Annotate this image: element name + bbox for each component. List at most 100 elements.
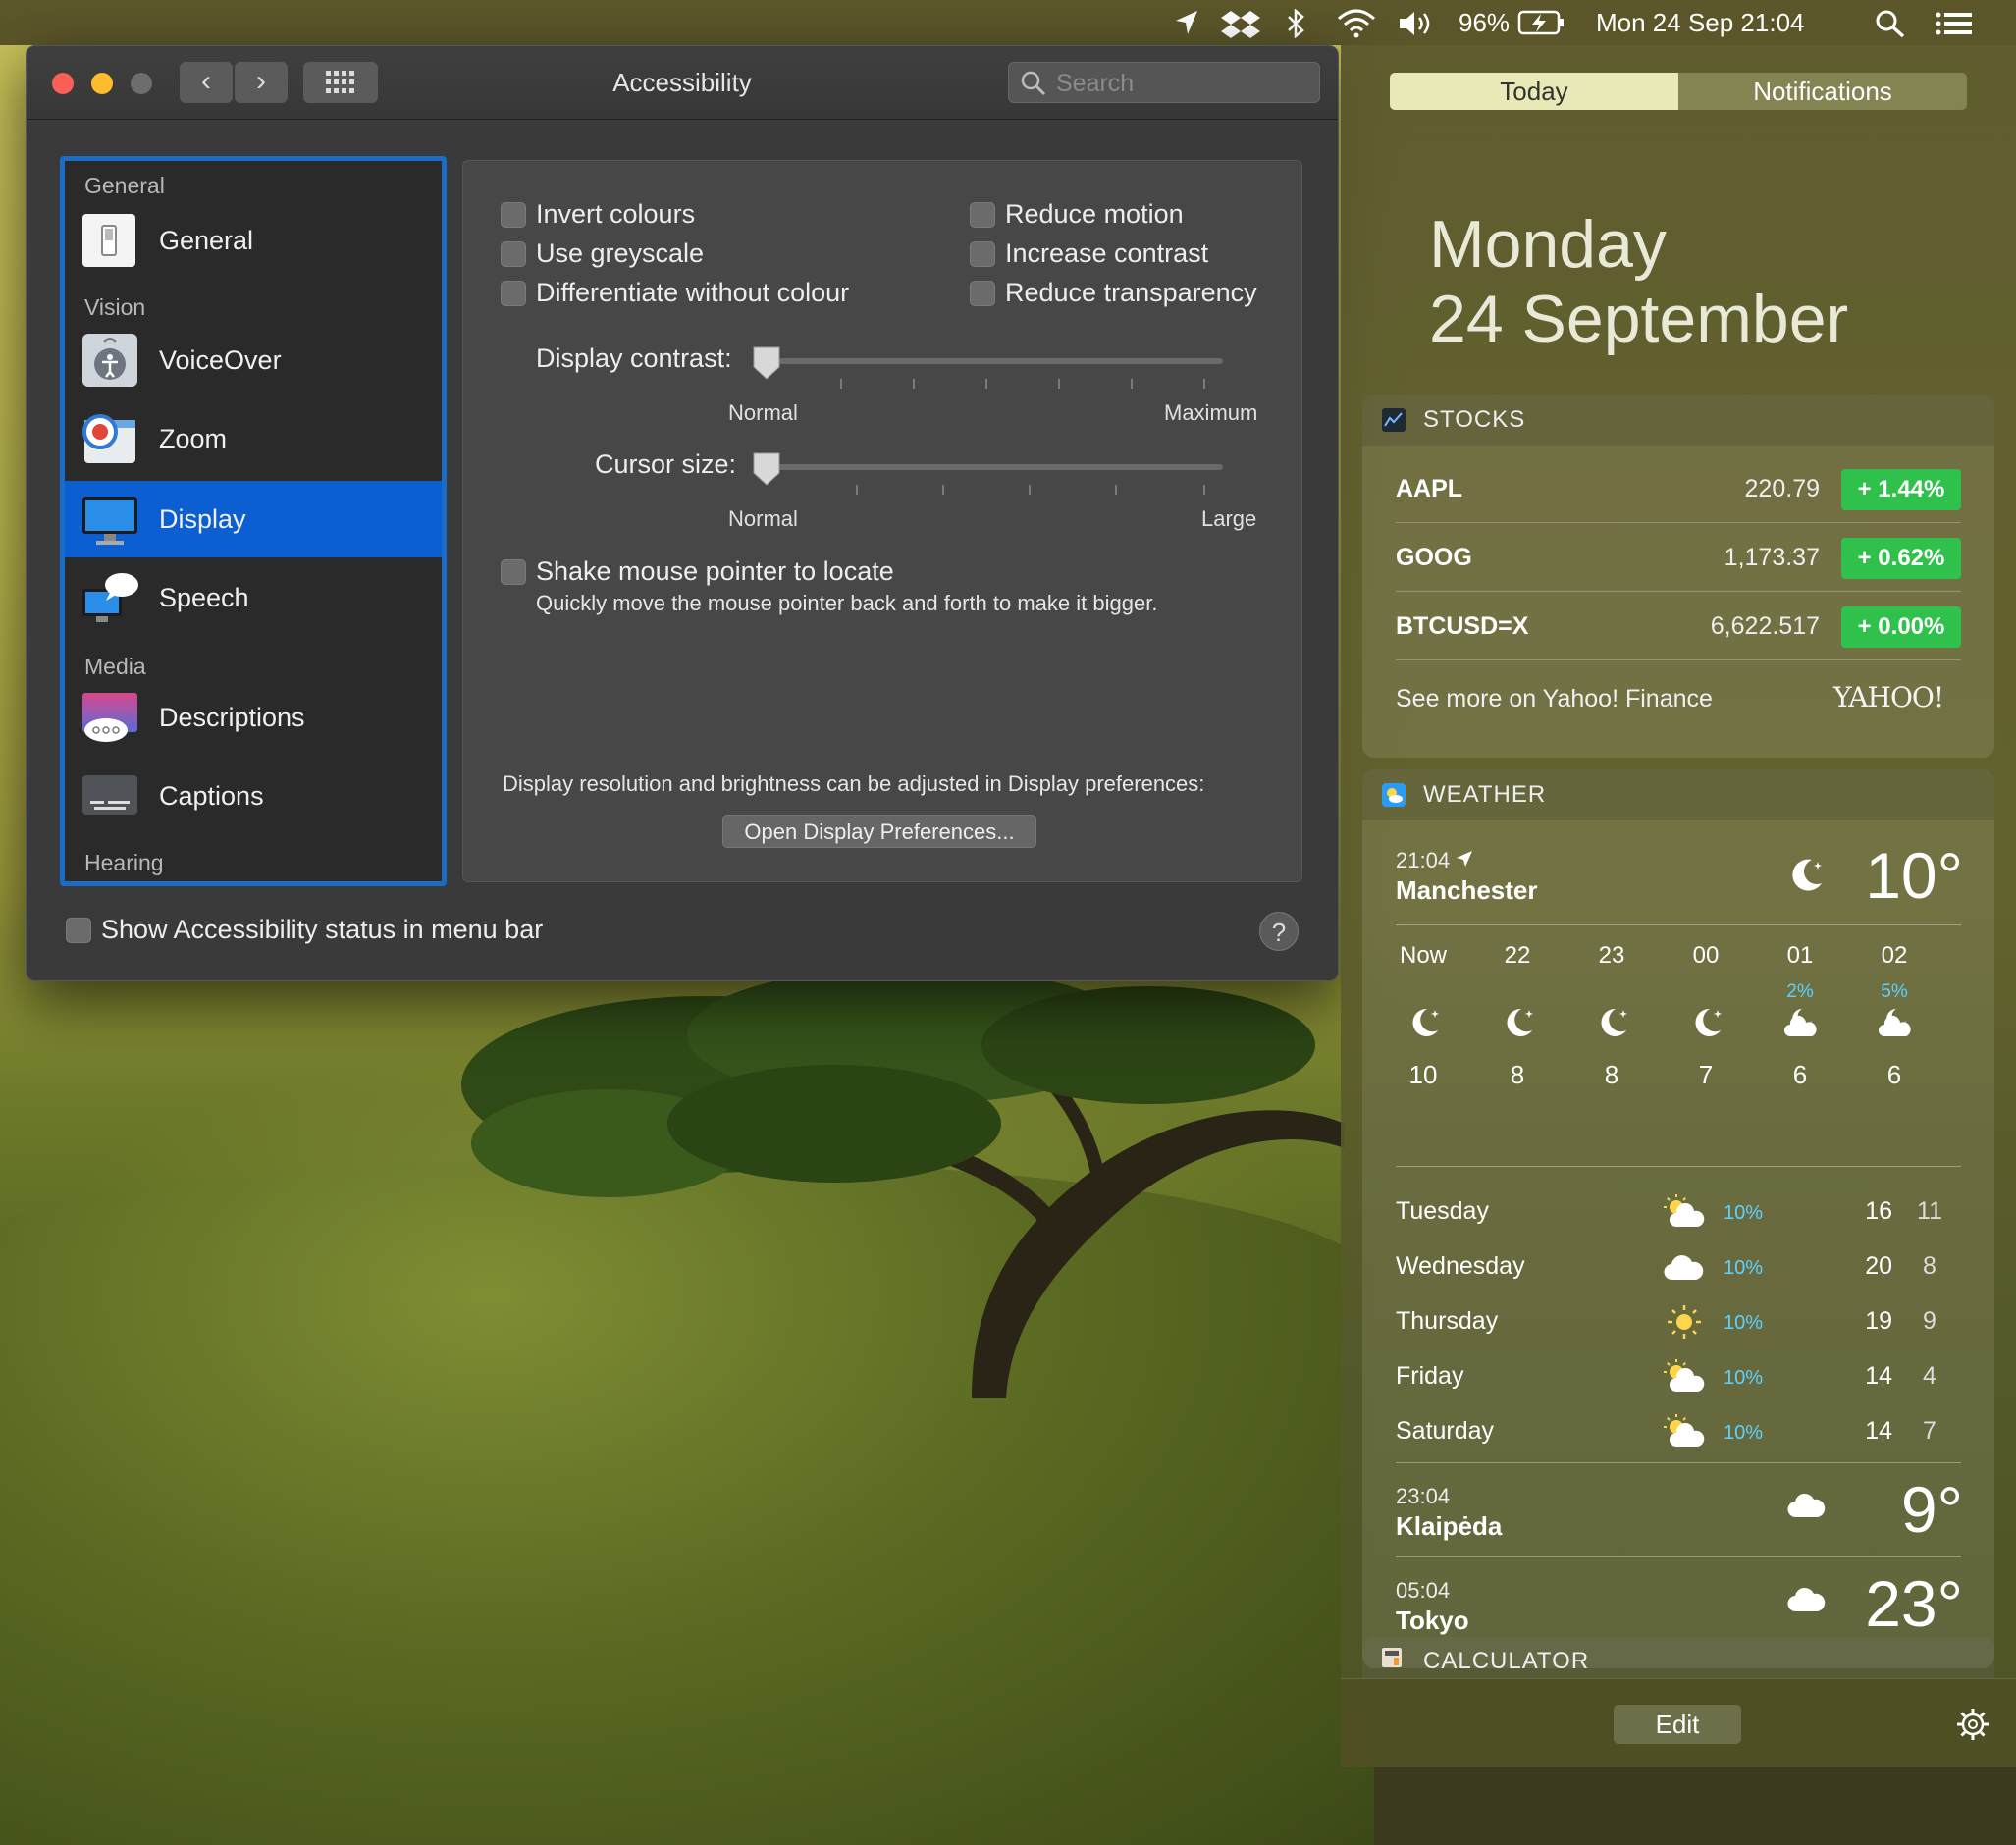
city-temperature: 9° bbox=[1900, 1473, 1963, 1546]
moon-icon bbox=[1406, 1005, 1443, 1042]
notification-center-icon[interactable] bbox=[1936, 9, 1973, 38]
close-button[interactable] bbox=[52, 73, 74, 94]
day-name: Thursday bbox=[1396, 1307, 1499, 1335]
slider-tick bbox=[840, 379, 842, 389]
zoom-button[interactable] bbox=[131, 73, 152, 94]
back-button[interactable]: ‹ bbox=[180, 62, 233, 103]
sidebar-item-general[interactable]: General bbox=[65, 202, 442, 279]
dropbox-icon[interactable] bbox=[1221, 9, 1260, 40]
spotlight-search-icon[interactable] bbox=[1875, 9, 1906, 38]
sidebar-item-label: VoiceOver bbox=[159, 345, 282, 375]
sidebar-item-descriptions[interactable]: Descriptions bbox=[65, 679, 442, 756]
edit-widgets-button[interactable]: Edit bbox=[1614, 1705, 1741, 1744]
sidebar-item-label: General bbox=[159, 226, 254, 255]
tab-notifications[interactable]: Notifications bbox=[1678, 73, 1967, 110]
yahoo-logo: YAHOO! bbox=[1833, 681, 1944, 713]
hour-label: 02 bbox=[1881, 942, 1908, 969]
gear-icon[interactable] bbox=[1955, 1707, 1990, 1742]
checkbox-box[interactable] bbox=[970, 241, 995, 267]
low-temperature: 8 bbox=[1923, 1252, 1936, 1280]
cloud-icon bbox=[1787, 1587, 1826, 1612]
stock-row-aapl[interactable]: AAPL 220.79 + 1.44% bbox=[1396, 455, 1961, 523]
stock-change-badge[interactable]: + 1.44% bbox=[1841, 469, 1961, 510]
battery-percent[interactable]: 96% bbox=[1459, 0, 1510, 45]
stock-change-badge[interactable]: + 0.62% bbox=[1841, 538, 1961, 579]
daily-forecast-row: Thursday 10% 19 9 bbox=[1396, 1293, 1965, 1348]
volume-icon[interactable] bbox=[1398, 9, 1433, 38]
sidebar-item-display[interactable]: Display bbox=[65, 481, 442, 557]
stock-row-btcusd[interactable]: BTCUSD=X 6,622.517 + 0.00% bbox=[1396, 593, 1961, 660]
sidebar-item-zoom[interactable]: Zoom bbox=[65, 400, 442, 477]
day-name: Saturday bbox=[1396, 1417, 1495, 1445]
open-display-preferences-button[interactable]: Open Display Preferences... bbox=[722, 815, 1036, 848]
high-temperature: 20 bbox=[1865, 1252, 1892, 1280]
moon-icon bbox=[1688, 1005, 1725, 1042]
shake-description: Quickly move the mouse pointer back and … bbox=[536, 591, 1158, 615]
display-contrast-slider[interactable] bbox=[764, 358, 1223, 364]
checkbox-box[interactable] bbox=[501, 281, 526, 306]
cursor-size-slider-knob[interactable] bbox=[752, 451, 781, 487]
bluetooth-icon[interactable] bbox=[1286, 9, 1307, 38]
sun-icon bbox=[1663, 1303, 1706, 1341]
speech-bubble-icon bbox=[82, 573, 138, 622]
menu-bar-clock[interactable]: Mon 24 Sep 21:04 bbox=[1596, 0, 1805, 45]
display-contrast-slider-knob[interactable] bbox=[752, 345, 781, 381]
yahoo-finance-link[interactable]: See more on Yahoo! Finance bbox=[1396, 685, 1713, 713]
search-icon bbox=[1021, 71, 1046, 96]
weather-widget-header: WEATHER bbox=[1362, 769, 1994, 820]
stock-row-goog[interactable]: GOOG 1,173.37 + 0.62% bbox=[1396, 524, 1961, 592]
tab-today[interactable]: Today bbox=[1390, 73, 1678, 110]
checkbox-box[interactable] bbox=[970, 202, 995, 228]
sidebar-item-voiceover[interactable]: VoiceOver bbox=[65, 322, 442, 398]
sidebar-item-captions[interactable]: Captions bbox=[65, 758, 442, 834]
stock-price: 220.79 bbox=[1744, 475, 1820, 502]
show-all-button[interactable] bbox=[303, 62, 378, 103]
forward-button[interactable]: › bbox=[235, 62, 288, 103]
day-name: Wednesday bbox=[1396, 1252, 1525, 1280]
hour-label: 23 bbox=[1598, 942, 1625, 969]
minimize-button[interactable] bbox=[91, 73, 113, 94]
location-arrow-icon bbox=[1457, 851, 1473, 867]
city-name[interactable]: Klaipėda bbox=[1396, 1511, 1502, 1542]
calculator-title: CALCULATOR bbox=[1423, 1648, 1590, 1674]
slider-tick bbox=[856, 485, 858, 495]
location-icon[interactable] bbox=[1174, 9, 1199, 36]
checkbox-box[interactable] bbox=[501, 202, 526, 228]
wifi-icon[interactable] bbox=[1337, 9, 1376, 38]
precip-chance: 5% bbox=[1881, 981, 1908, 1002]
moon-cloud-icon bbox=[1782, 1005, 1820, 1042]
weather-title: WEATHER bbox=[1423, 781, 1547, 808]
battery-charging-icon[interactable] bbox=[1517, 9, 1565, 36]
hour-temperature: 10 bbox=[1408, 1060, 1438, 1089]
stock-symbol: AAPL bbox=[1396, 475, 1463, 502]
sun-cloud-icon bbox=[1663, 1358, 1706, 1396]
sun-cloud-icon bbox=[1663, 1193, 1706, 1231]
search-input[interactable] bbox=[1054, 63, 1313, 104]
wallpaper-tree bbox=[461, 976, 1345, 1398]
sidebar-item-label: Display bbox=[159, 504, 246, 534]
city-temperature: 23° bbox=[1865, 1567, 1963, 1640]
display-prefs-note: Display resolution and brightness can be… bbox=[503, 771, 1205, 796]
help-button[interactable]: ? bbox=[1259, 912, 1299, 951]
search-box[interactable] bbox=[1008, 62, 1320, 104]
sidebar-item-label: Speech bbox=[159, 583, 249, 612]
stock-change-badge[interactable]: + 0.00% bbox=[1841, 606, 1961, 648]
precip-chance: 10% bbox=[1724, 1367, 1764, 1389]
hour-temperature: 8 bbox=[1604, 1060, 1619, 1089]
sidebar-item-speech[interactable]: Speech bbox=[65, 559, 442, 636]
cursor-size-slider[interactable] bbox=[764, 464, 1223, 470]
nc-tab-bar: Today Notifications bbox=[1390, 73, 1967, 110]
checkbox-box[interactable] bbox=[501, 241, 526, 267]
sidebar-header-general: General bbox=[84, 173, 165, 198]
checkbox-box[interactable] bbox=[970, 281, 995, 306]
voiceover-icon bbox=[82, 334, 137, 387]
moon-icon bbox=[1792, 859, 1822, 891]
checkbox-box[interactable] bbox=[66, 918, 91, 943]
weather-app-icon bbox=[1382, 783, 1406, 807]
checkbox-box[interactable] bbox=[501, 559, 526, 585]
slider-tick bbox=[1115, 485, 1117, 495]
daily-forecast-row: Friday 10% 14 4 bbox=[1396, 1348, 1965, 1403]
divider bbox=[1396, 1166, 1961, 1167]
daily-forecast-row: Saturday 10% 14 7 bbox=[1396, 1403, 1965, 1458]
city-name[interactable]: Tokyo bbox=[1396, 1606, 1469, 1636]
